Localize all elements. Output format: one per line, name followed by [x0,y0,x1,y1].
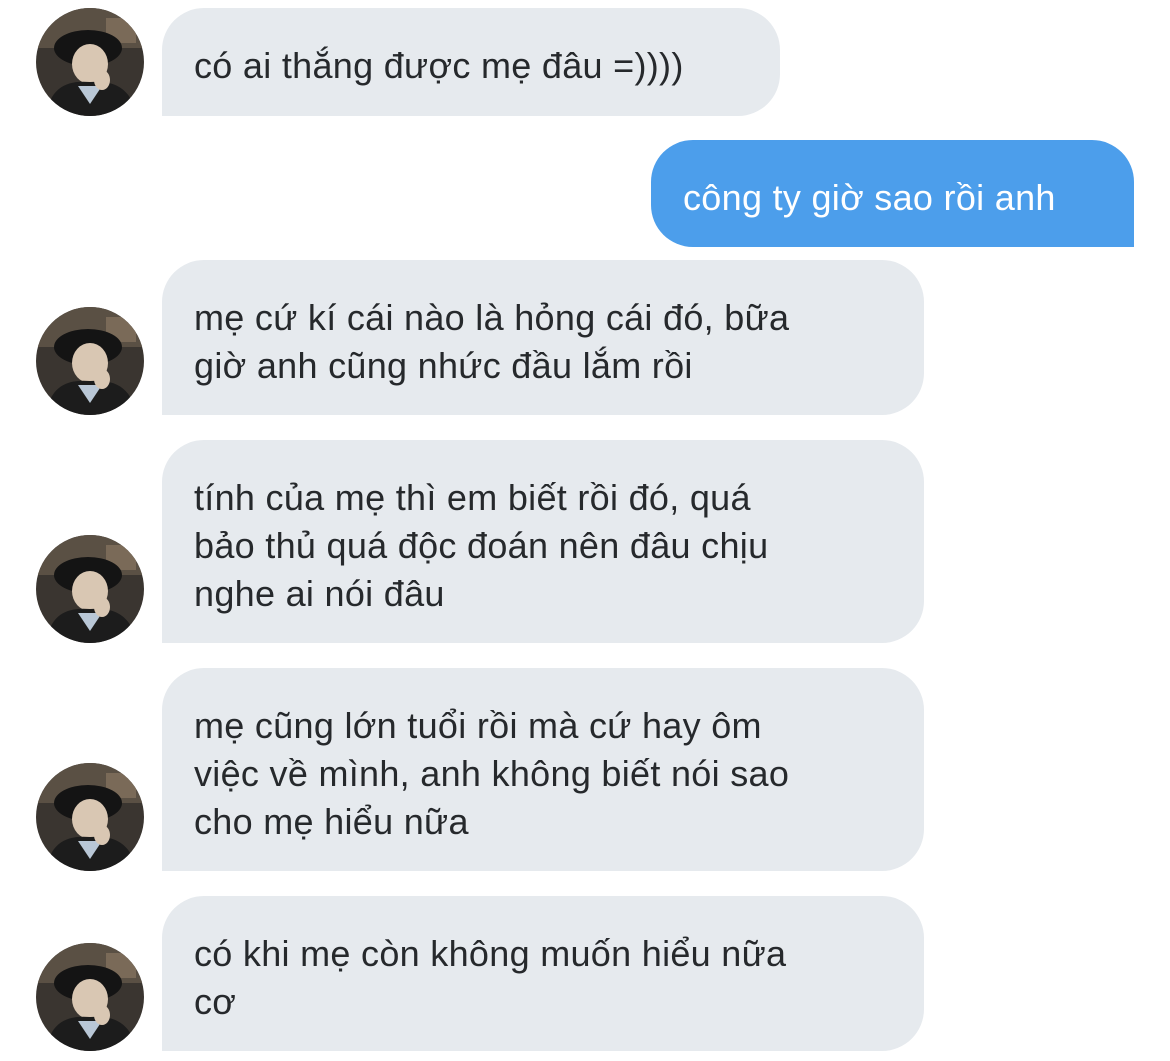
avatar[interactable] [36,8,144,116]
message-bubble-incoming[interactable]: có khi mẹ còn không muốn hiểu nữa cơ [162,896,924,1051]
message-bubble-outgoing[interactable]: công ty giờ sao rồi anh [651,140,1134,247]
avatar[interactable] [36,943,144,1051]
message-bubble-incoming[interactable]: mẹ cũng lớn tuổi rồi mà cứ hay ôm việc v… [162,668,924,871]
avatar[interactable] [36,307,144,415]
message-bubble-incoming[interactable]: có ai thắng được mẹ đâu =)))) [162,8,780,116]
avatar[interactable] [36,535,144,643]
avatar[interactable] [36,763,144,871]
message-bubble-incoming[interactable]: mẹ cứ kí cái nào là hỏng cái đó, bữa giờ… [162,260,924,415]
message-bubble-incoming[interactable]: tính của mẹ thì em biết rồi đó, quá bảo … [162,440,924,643]
